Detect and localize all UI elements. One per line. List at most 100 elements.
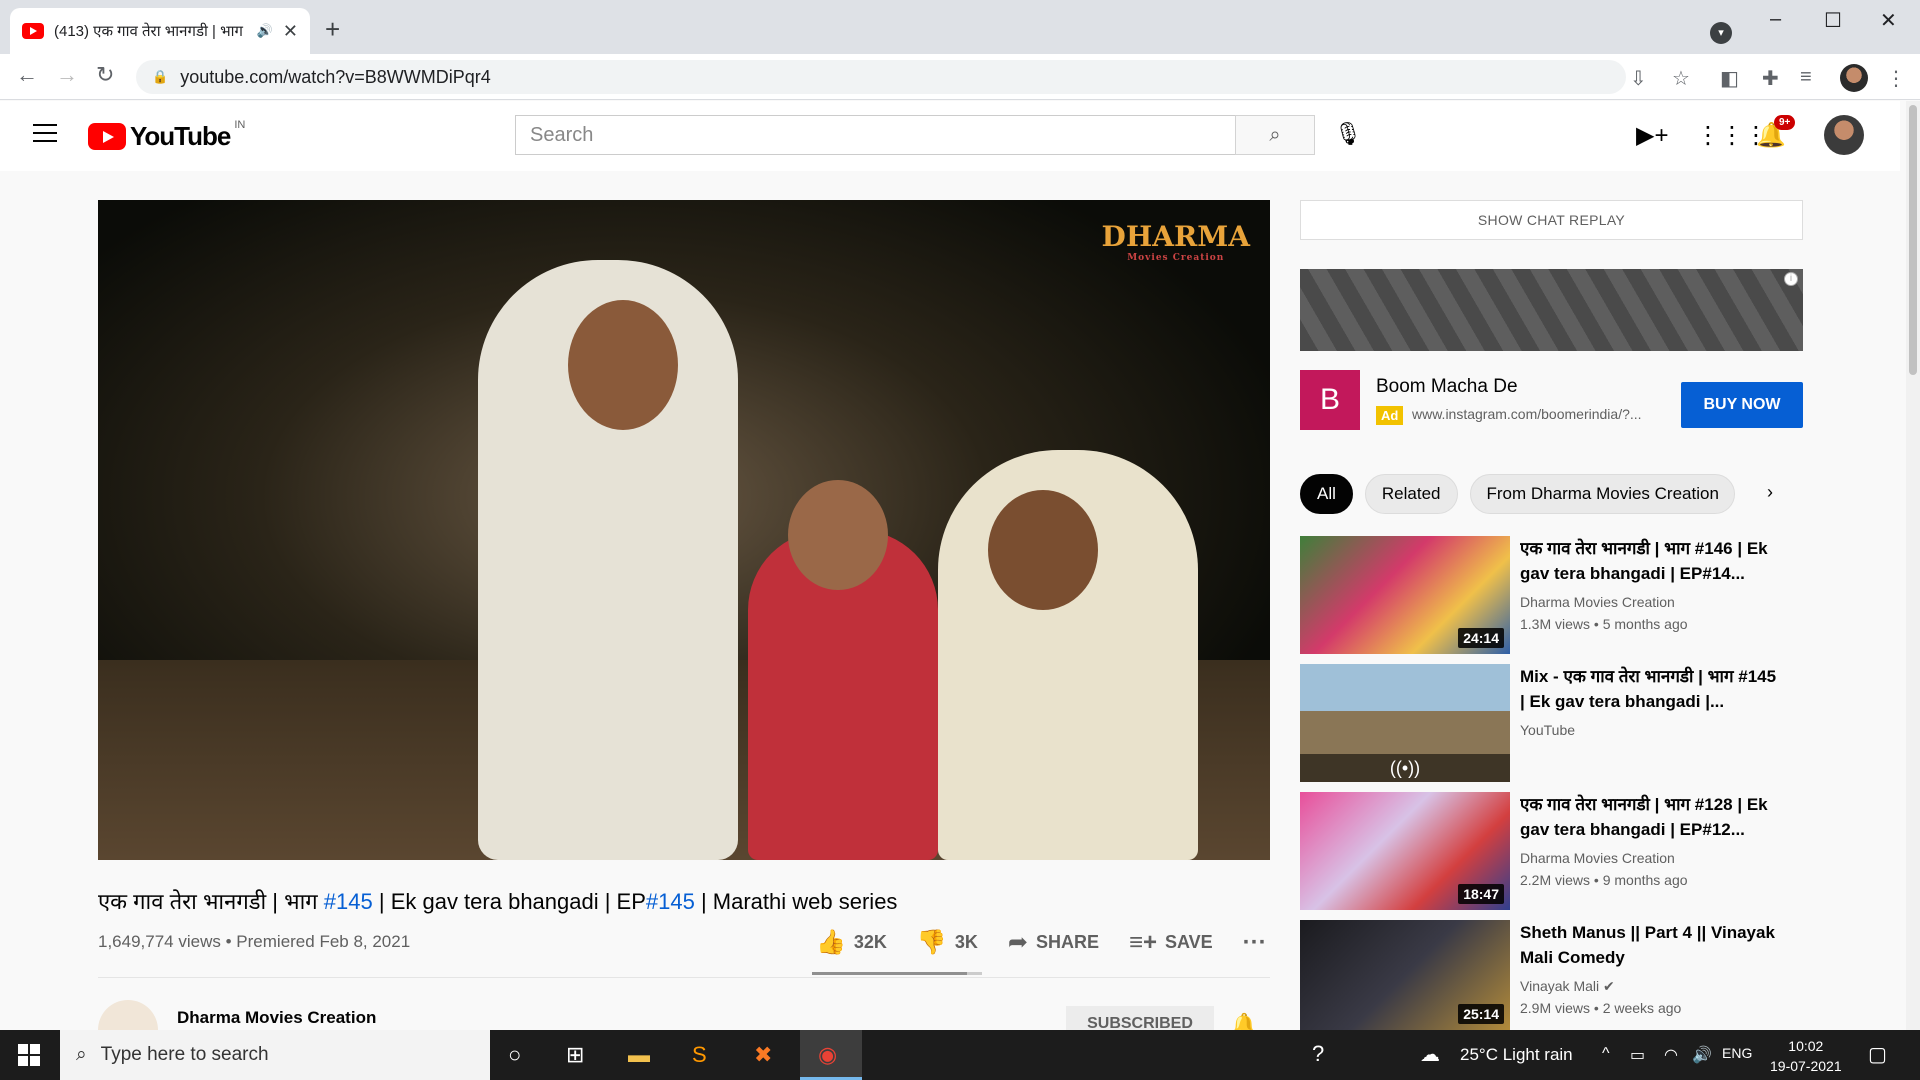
page-scrollbar[interactable] bbox=[1906, 101, 1920, 1030]
buy-now-button[interactable]: BUY NOW bbox=[1681, 382, 1803, 428]
chip-all[interactable]: All bbox=[1300, 474, 1353, 514]
search-button[interactable]: ⌕ bbox=[1235, 115, 1315, 155]
xampp-icon[interactable]: ✖ bbox=[754, 1042, 772, 1068]
tray-overflow-icon[interactable]: ^ bbox=[1602, 1045, 1610, 1063]
filter-chips: All Related From Dharma Movies Creation … bbox=[1300, 474, 1803, 514]
more-actions-button[interactable]: ··· bbox=[1243, 929, 1267, 957]
lock-icon[interactable]: 🔒 bbox=[152, 69, 168, 85]
windows-taskbar: ⌕ Type here to search ○ ⊞ ▬ S ✖ ◉ ? ☁ 25… bbox=[0, 1030, 1920, 1080]
recommended-video[interactable]: 18:47 एक गाव तेरा भानगडी | भाग #128 | Ek… bbox=[1300, 792, 1803, 910]
language-indicator[interactable]: ENG bbox=[1722, 1045, 1752, 1061]
reload-icon[interactable]: ↻ bbox=[96, 62, 114, 88]
video-thumbnail[interactable]: 25:14 bbox=[1300, 920, 1510, 1030]
ad-url: www.instagram.com/boomerindia/?... bbox=[1412, 406, 1642, 422]
create-video-icon[interactable]: ▶+ bbox=[1636, 121, 1668, 150]
volume-icon[interactable]: 🔊 bbox=[1692, 1045, 1712, 1065]
like-button[interactable]: 👍 32K bbox=[816, 928, 887, 957]
task-view-icon[interactable]: ⊞ bbox=[566, 1042, 584, 1068]
scrollbar-thumb[interactable] bbox=[1909, 105, 1917, 375]
recommended-channel[interactable]: YouTube bbox=[1520, 722, 1575, 738]
close-window-icon[interactable]: ✕ bbox=[1880, 8, 1897, 33]
browser-menu-icon[interactable]: ⋮ bbox=[1886, 66, 1906, 91]
notification-count-badge: 9+ bbox=[1774, 115, 1796, 130]
voice-search-mic-icon[interactable]: 🎙 bbox=[1334, 121, 1362, 147]
back-icon[interactable]: ← bbox=[16, 62, 38, 88]
cortana-icon[interactable]: ○ bbox=[508, 1042, 521, 1068]
taskbar-clock[interactable]: 10:02 19-07-2021 bbox=[1770, 1036, 1842, 1076]
recommended-video[interactable]: 25:14 Sheth Manus || Part 4 || Vinayak M… bbox=[1300, 920, 1803, 1030]
taskbar-search-placeholder: Type here to search bbox=[100, 1044, 269, 1065]
address-bar[interactable]: 🔒 youtube.com/watch?v=B8WWMDiPqr4 bbox=[136, 60, 1626, 94]
minimize-icon[interactable]: – bbox=[1770, 8, 1781, 31]
windows-start-icon[interactable] bbox=[18, 1044, 40, 1066]
wifi-icon[interactable]: ◠ bbox=[1664, 1045, 1678, 1065]
verified-check-icon: ✔ bbox=[1603, 978, 1615, 994]
browser-toolbar: ← → ↻ 🔒 youtube.com/watch?v=B8WWMDiPqr4 … bbox=[0, 54, 1920, 100]
ad-title[interactable]: Boom Macha De bbox=[1376, 376, 1518, 398]
browser-tab[interactable]: (413) एक गाव तेरा भानगडी | भाग 🔊 ✕ bbox=[10, 8, 310, 54]
video-thumbnail[interactable]: 24:14 bbox=[1300, 536, 1510, 654]
taskbar-search-box[interactable]: ⌕ Type here to search bbox=[60, 1030, 490, 1080]
forward-icon[interactable]: → bbox=[56, 62, 78, 88]
new-tab-icon[interactable]: + bbox=[325, 14, 340, 45]
file-explorer-icon[interactable]: ▬ bbox=[628, 1042, 650, 1068]
video-player[interactable]: DHARMA Movies Creation bbox=[98, 200, 1270, 860]
bookmark-star-icon[interactable]: ☆ bbox=[1672, 66, 1690, 91]
help-icon[interactable]: ? bbox=[1312, 1041, 1324, 1067]
recommended-channel[interactable]: Vinayak Mali ✔ bbox=[1520, 978, 1615, 995]
browser-profile-avatar[interactable] bbox=[1840, 64, 1868, 92]
video-thumbnail[interactable]: 18:47 bbox=[1300, 792, 1510, 910]
mix-radio-icon: ((•)) bbox=[1300, 754, 1510, 782]
clock-time: 10:02 bbox=[1788, 1038, 1824, 1054]
install-app-icon[interactable]: ⇩ bbox=[1630, 66, 1647, 91]
dislike-button[interactable]: 👎 3K bbox=[917, 928, 978, 957]
search-input[interactable]: Search bbox=[515, 115, 1235, 155]
youtube-wordmark: YouTube bbox=[130, 121, 231, 151]
video-thumbnail[interactable]: ((•)) bbox=[1300, 664, 1510, 782]
hamburger-menu-icon[interactable] bbox=[33, 124, 57, 148]
youtube-logo[interactable]: YouTube IN bbox=[88, 118, 246, 152]
recommended-video[interactable]: ((•)) Mix - एक गाव तेरा भानगडी | भाग #14… bbox=[1300, 664, 1803, 782]
media-control-icon[interactable]: ≡ bbox=[1800, 66, 1812, 89]
recommended-title[interactable]: Sheth Manus || Part 4 || Vinayak Mali Co… bbox=[1520, 920, 1780, 970]
weather-cloud-icon[interactable]: ☁ bbox=[1420, 1042, 1440, 1067]
hashtag-link[interactable]: #145 bbox=[324, 889, 373, 914]
battery-icon[interactable]: ▭ bbox=[1630, 1045, 1645, 1065]
maximize-icon[interactable]: ☐ bbox=[1824, 8, 1842, 33]
notification-center-icon[interactable]: ▢ bbox=[1868, 1042, 1887, 1067]
weather-text[interactable]: 25°C Light rain bbox=[1460, 1045, 1573, 1065]
view-count: 1,649,774 views bbox=[98, 932, 221, 951]
chip-from-channel[interactable]: From Dharma Movies Creation bbox=[1469, 474, 1735, 514]
recommended-title[interactable]: Mix - एक गाव तेरा भानगडी | भाग #145 | Ek… bbox=[1520, 664, 1780, 714]
account-avatar[interactable] bbox=[1824, 115, 1864, 155]
recommended-title[interactable]: एक गाव तेरा भानगडी | भाग #128 | Ek gav t… bbox=[1520, 792, 1780, 842]
video-duration: 18:47 bbox=[1458, 884, 1504, 904]
channel-name[interactable]: Dharma Movies Creation bbox=[177, 1008, 376, 1028]
like-ratio-fill bbox=[812, 972, 967, 975]
recommended-channel[interactable]: Dharma Movies Creation bbox=[1520, 850, 1675, 866]
recommended-stats: 2.2M views • 9 months ago bbox=[1520, 872, 1688, 888]
recommended-video[interactable]: 24:14 एक गाव तेरा भानगडी | भाग #146 | Ek… bbox=[1300, 536, 1803, 654]
chip-related[interactable]: Related bbox=[1364, 474, 1458, 514]
recommended-channel[interactable]: Dharma Movies Creation bbox=[1520, 594, 1675, 610]
video-frame-figure-head bbox=[568, 300, 678, 430]
audio-playing-icon[interactable]: 🔊 bbox=[257, 23, 273, 39]
close-tab-icon[interactable]: ✕ bbox=[283, 21, 298, 42]
search-bar: Search ⌕ bbox=[515, 115, 1315, 155]
country-code: IN bbox=[234, 118, 246, 131]
extension-icon[interactable]: ◧ bbox=[1720, 66, 1739, 91]
chevron-right-icon[interactable]: › bbox=[1767, 482, 1773, 503]
recommended-title[interactable]: एक गाव तेरा भानगडी | भाग #146 | Ek gav t… bbox=[1520, 536, 1780, 586]
ad-info-icon[interactable]: i bbox=[1784, 272, 1798, 286]
show-chat-replay-button[interactable]: SHOW CHAT REPLAY bbox=[1300, 200, 1803, 240]
ad-banner-image[interactable] bbox=[1300, 269, 1803, 351]
chrome-taskbar-button[interactable]: ◉ bbox=[800, 1030, 862, 1080]
channel-watermark-logo: DHARMA Movies Creation bbox=[1101, 220, 1250, 263]
sublime-text-icon[interactable]: S bbox=[692, 1042, 707, 1068]
save-button[interactable]: ≡+ SAVE bbox=[1129, 929, 1213, 957]
extensions-puzzle-icon[interactable]: ✚ bbox=[1762, 66, 1779, 91]
hashtag-link[interactable]: #145 bbox=[646, 889, 695, 914]
ad-card[interactable]: B Boom Macha De Ad www.instagram.com/boo… bbox=[1300, 370, 1803, 432]
tab-search-icon[interactable]: ▾ bbox=[1710, 22, 1732, 44]
share-button[interactable]: ➦ SHARE bbox=[1008, 928, 1099, 957]
